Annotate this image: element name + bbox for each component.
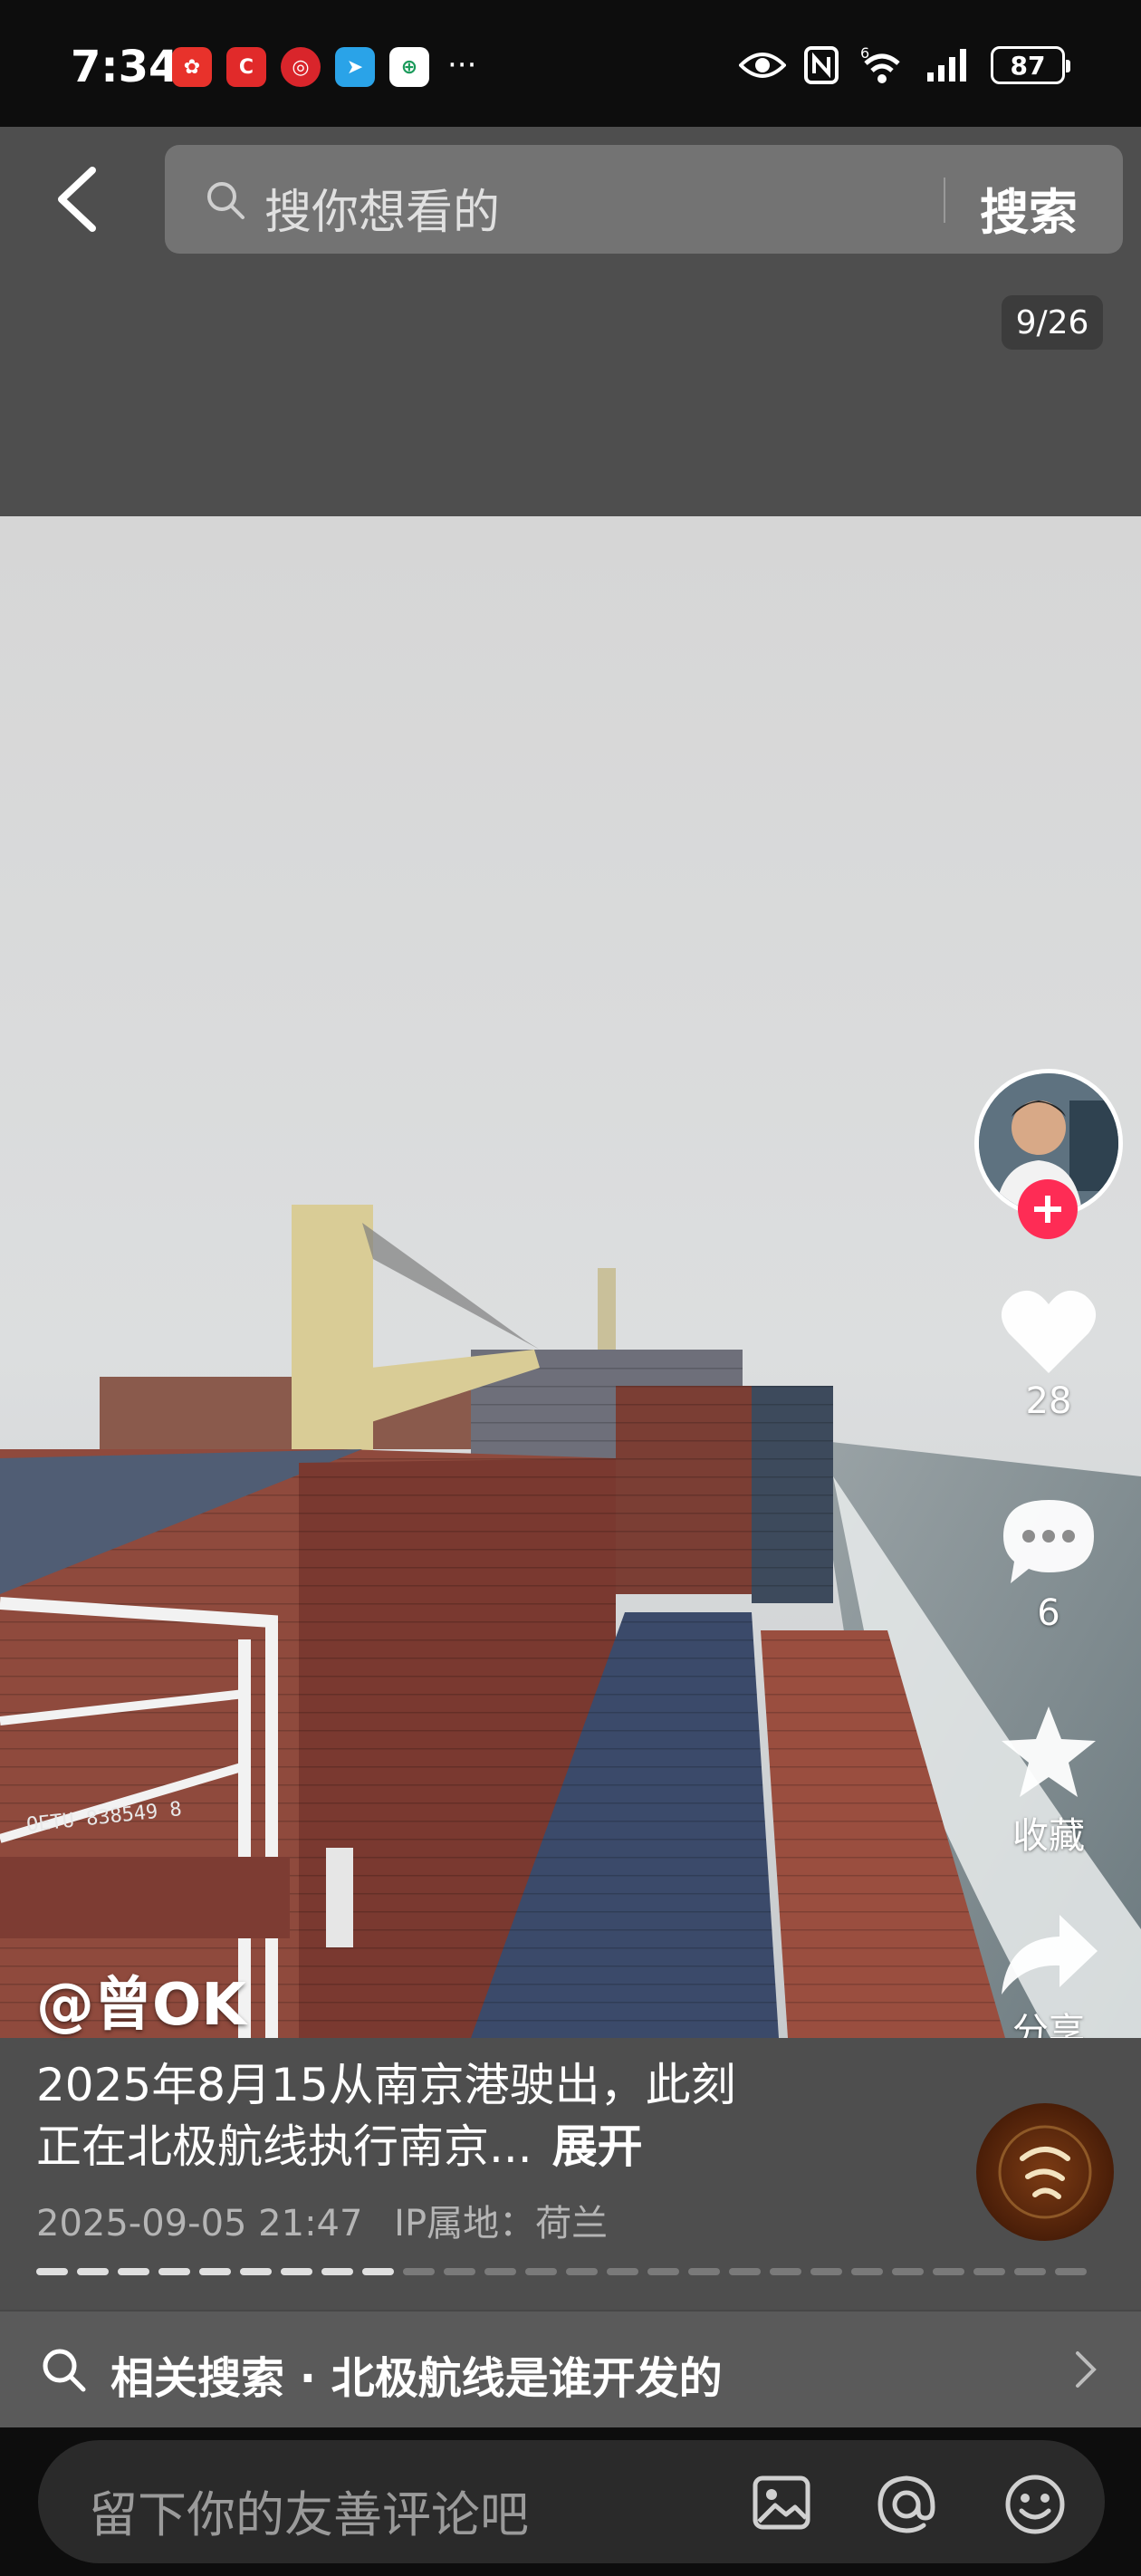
back-button[interactable]	[40, 154, 112, 245]
battery-indicator: 87	[991, 46, 1070, 84]
progress-segment	[321, 2268, 353, 2275]
emoji-icon[interactable]	[1003, 2473, 1067, 2536]
progress-segment	[77, 2268, 109, 2275]
progress-segment	[525, 2268, 557, 2275]
music-disc[interactable]	[976, 2103, 1114, 2241]
comment-placeholder: 留下你的友善评论吧	[89, 2486, 529, 2543]
progress-segment	[851, 2268, 883, 2275]
progress-segment	[158, 2268, 190, 2275]
favorite-label: 收藏	[1012, 1815, 1085, 1857]
comment-input[interactable]: 留下你的友善评论吧	[38, 2440, 1105, 2563]
comment-bubble-icon	[1003, 1500, 1094, 1583]
progress-segment	[688, 2268, 720, 2275]
search-bar[interactable]: 搜你想看的 搜索	[165, 145, 1123, 254]
post-photo[interactable]: OETU 838549 8	[0, 516, 1141, 2038]
progress-segment	[892, 2268, 924, 2275]
more-notifications-icon: ···	[447, 47, 477, 83]
image-progress-indicator	[36, 2268, 1087, 2277]
ip-location: IP属地：荷兰	[394, 2203, 609, 2244]
green-app-notification-icon: ⊕	[389, 47, 429, 87]
search-divider	[944, 178, 945, 223]
search-icon	[207, 182, 244, 219]
progress-segment	[199, 2268, 231, 2275]
progress-segment	[444, 2268, 475, 2275]
author-username[interactable]: @曾OK	[36, 1958, 246, 2042]
progress-segment	[607, 2268, 638, 2275]
image-page-counter: 9/26	[1002, 295, 1103, 350]
favorite-action[interactable]: 收藏	[976, 1703, 1121, 1859]
progress-segment	[1055, 2268, 1087, 2275]
caption-line-1: 2025年8月15从南京港驶出，此刻	[36, 2059, 736, 2111]
search-input[interactable]: 搜你想看的	[264, 174, 500, 242]
caption-text: 正在北极航线执行南京...	[36, 2120, 532, 2173]
mention-icon[interactable]	[875, 2473, 938, 2536]
like-action[interactable]: 28	[976, 1286, 1121, 1422]
status-time: 7:34	[71, 42, 179, 92]
expand-caption-button[interactable]: 展开	[552, 2120, 643, 2173]
telegram-notification-icon: ➤	[335, 47, 375, 87]
progress-segment	[118, 2268, 149, 2275]
container-ship-photo: OETU 838549 8	[0, 516, 1141, 2038]
related-search-text: 相关搜索 · 北极航线是谁开发的	[110, 2353, 723, 2404]
cellular-signal-icon	[927, 49, 966, 82]
progress-segment	[647, 2268, 679, 2275]
image-picker-icon[interactable]	[752, 2473, 811, 2533]
heart-icon	[1001, 1290, 1097, 1373]
share-arrow-icon	[1002, 1915, 1098, 1994]
progress-segment	[362, 2268, 394, 2275]
progress-segment	[240, 2268, 272, 2275]
progress-segment	[566, 2268, 598, 2275]
news-app-notification-icon: ◎	[281, 47, 321, 87]
caption-line-2: 正在北极航线执行南京... 展开	[36, 2110, 643, 2176]
search-button[interactable]: 搜索	[980, 172, 1078, 244]
wifi-icon: 6	[860, 45, 900, 83]
comment-action[interactable]: 6	[976, 1495, 1121, 1634]
share-action[interactable]: 分享	[976, 1911, 1121, 2054]
comment-count: 6	[1037, 1592, 1060, 1634]
progress-segment	[1014, 2268, 1046, 2275]
progress-segment	[933, 2268, 964, 2275]
star-icon	[1002, 1706, 1096, 1797]
post-datetime: 2025-09-05 21:47	[36, 2203, 363, 2244]
post-meta: 2025-09-05 21:47 IP属地：荷兰	[36, 2194, 608, 2246]
app-notification-icon: ✿	[172, 47, 212, 87]
plus-icon	[1034, 1196, 1061, 1223]
status-bar: 7:34 ✿ C ◎ ➤ ⊕ ··· 6 87	[0, 0, 1141, 127]
progress-segment	[484, 2268, 516, 2275]
progress-segment	[36, 2268, 68, 2275]
c-app-notification-icon: C	[226, 47, 266, 87]
nfc-icon	[804, 46, 839, 84]
system-icons: 6 87	[739, 45, 1070, 85]
related-search-bar[interactable]: 相关搜索 · 北极航线是谁开发的	[0, 2310, 1141, 2427]
music-cover-icon	[998, 2125, 1092, 2219]
bottom-comment-bar: 留下你的友善评论吧	[0, 2427, 1141, 2576]
chevron-left-icon	[58, 167, 96, 232]
eye-comfort-icon	[739, 53, 786, 78]
progress-segment	[729, 2268, 761, 2275]
progress-segment	[403, 2268, 435, 2275]
progress-segment	[281, 2268, 312, 2275]
like-count: 28	[1025, 1380, 1072, 1422]
notification-icons: ✿ C ◎ ➤ ⊕ ···	[172, 47, 476, 87]
progress-segment	[770, 2268, 801, 2275]
search-icon	[43, 2349, 86, 2392]
progress-segment	[973, 2268, 1005, 2275]
follow-button[interactable]	[1018, 1179, 1078, 1239]
progress-segment	[810, 2268, 842, 2275]
chevron-right-icon	[1076, 2351, 1097, 2388]
